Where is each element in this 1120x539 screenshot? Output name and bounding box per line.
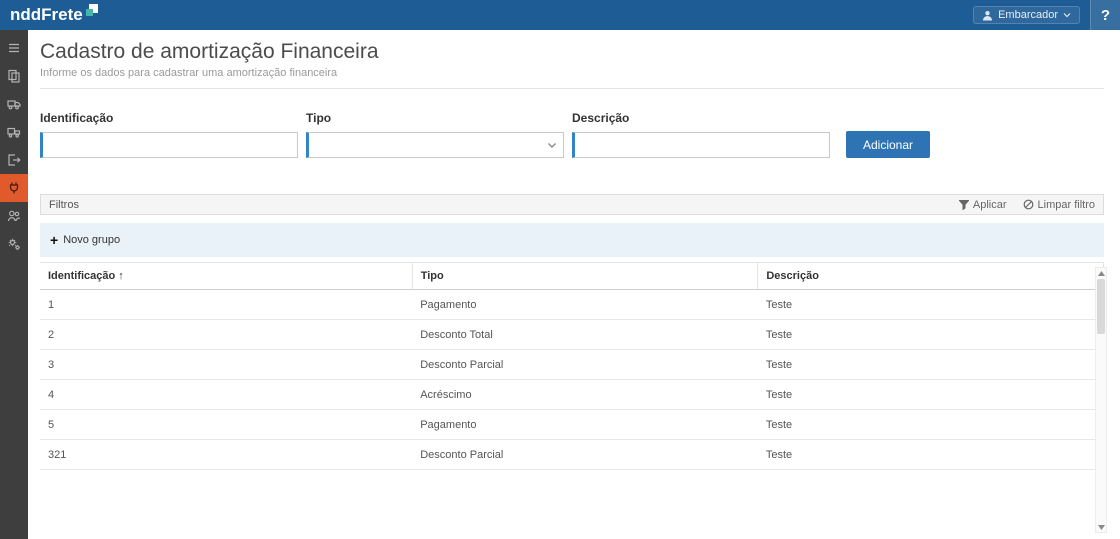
clear-filter-button[interactable]: Limpar filtro: [1023, 199, 1095, 211]
table-row[interactable]: 3 Desconto Parcial Teste: [40, 350, 1104, 380]
cell-tipo: Desconto Total: [412, 320, 758, 350]
new-group-button[interactable]: + Novo grupo: [50, 234, 120, 246]
user-icon: [982, 10, 993, 21]
main-content: Cadastro de amortização Financeira Infor…: [28, 30, 1120, 539]
identificacao-label: Identificação: [40, 111, 298, 125]
descricao-input[interactable]: [572, 132, 830, 158]
truck-box-icon: [7, 125, 21, 139]
sidebar-item-amortizacao[interactable]: [0, 174, 28, 202]
table-row[interactable]: 321 Desconto Parcial Teste: [40, 440, 1104, 470]
cell-descricao: Teste: [758, 350, 1104, 380]
sidebar-item-delivery[interactable]: [0, 118, 28, 146]
plus-icon: +: [50, 235, 58, 246]
copy-icon: [7, 69, 21, 83]
cell-tipo: Pagamento: [412, 290, 758, 320]
gears-icon: [7, 237, 21, 251]
sidebar-item-menu[interactable]: [0, 34, 28, 62]
scroll-up-icon[interactable]: [1096, 268, 1106, 278]
plug-icon: [7, 181, 21, 195]
apply-filter-button[interactable]: Aplicar: [959, 199, 1007, 211]
column-label: Identificação: [48, 270, 115, 282]
help-button[interactable]: ?: [1090, 0, 1120, 30]
table-header-row: Identificação↑ Tipo Descrição: [40, 263, 1104, 290]
page-title: Cadastro de amortização Financeira: [40, 40, 1104, 64]
brand-text: nddFrete: [10, 2, 83, 28]
cell-descricao: Teste: [758, 380, 1104, 410]
table-row[interactable]: 2 Desconto Total Teste: [40, 320, 1104, 350]
chevron-down-icon: [547, 142, 557, 149]
cell-identificacao: 321: [40, 440, 412, 470]
column-header-tipo[interactable]: Tipo: [412, 263, 758, 290]
clear-filter-label: Limpar filtro: [1038, 199, 1095, 211]
cell-tipo: Acréscimo: [412, 380, 758, 410]
logout-icon: [7, 153, 21, 167]
title-divider: [40, 88, 1104, 89]
column-header-descricao[interactable]: Descrição: [758, 263, 1104, 290]
results-table: Identificação↑ Tipo Descrição 1 Pagament…: [40, 262, 1104, 470]
sidebar-item-documents[interactable]: [0, 62, 28, 90]
table-row[interactable]: 5 Pagamento Teste: [40, 410, 1104, 440]
table-scrollbar[interactable]: [1095, 267, 1107, 533]
user-menu[interactable]: Embarcador: [973, 6, 1080, 24]
sidebar-item-logout[interactable]: [0, 146, 28, 174]
cell-tipo: Desconto Parcial: [412, 350, 758, 380]
cell-descricao: Teste: [758, 440, 1104, 470]
column-label: Tipo: [421, 270, 444, 282]
filters-bar: Filtros Aplicar Limpar filtro: [40, 194, 1104, 215]
cell-identificacao: 4: [40, 380, 412, 410]
cell-tipo: Desconto Parcial: [412, 440, 758, 470]
users-icon: [7, 209, 21, 223]
cell-identificacao: 2: [40, 320, 412, 350]
cell-identificacao: 5: [40, 410, 412, 440]
tipo-select[interactable]: [306, 132, 564, 158]
cell-tipo: Pagamento: [412, 410, 758, 440]
tipo-label: Tipo: [306, 111, 564, 125]
menu-icon: [7, 41, 21, 55]
sort-asc-icon: ↑: [118, 270, 124, 282]
filter-group-band: + Novo grupo: [40, 223, 1104, 257]
sidebar-item-freight[interactable]: [0, 90, 28, 118]
clear-filter-icon: [1023, 199, 1034, 210]
column-header-identificacao[interactable]: Identificação↑: [40, 263, 412, 290]
filter-icon: [959, 200, 969, 210]
table-row[interactable]: 1 Pagamento Teste: [40, 290, 1104, 320]
new-group-label: Novo grupo: [63, 234, 120, 246]
scroll-down-icon[interactable]: [1096, 522, 1106, 532]
truck-icon: [7, 97, 21, 111]
cell-descricao: Teste: [758, 290, 1104, 320]
topbar: nddFrete Embarcador ?: [0, 0, 1120, 30]
table-body: 1 Pagamento Teste 2 Desconto Total Teste…: [40, 290, 1104, 470]
page-subtitle: Informe os dados para cadastrar uma amor…: [40, 67, 1104, 79]
cell-identificacao: 3: [40, 350, 412, 380]
cell-descricao: Teste: [758, 320, 1104, 350]
chevron-down-icon: [1063, 12, 1071, 18]
cell-descricao: Teste: [758, 410, 1104, 440]
add-form: Identificação Tipo Descrição Adicionar: [40, 111, 1104, 158]
adicionar-button[interactable]: Adicionar: [846, 131, 930, 158]
descricao-label: Descrição: [572, 111, 830, 125]
sidebar-item-settings[interactable]: [0, 230, 28, 258]
brand-logo: nddFrete: [10, 2, 98, 28]
table-row[interactable]: 4 Acréscimo Teste: [40, 380, 1104, 410]
column-label: Descrição: [766, 270, 819, 282]
scrollbar-thumb[interactable]: [1097, 279, 1105, 334]
user-menu-label: Embarcador: [998, 9, 1058, 21]
filters-title: Filtros: [49, 199, 79, 211]
apply-filter-label: Aplicar: [973, 199, 1007, 211]
brand-icon: [86, 4, 98, 16]
sidebar-item-users[interactable]: [0, 202, 28, 230]
identificacao-input[interactable]: [40, 132, 298, 158]
sidebar: [0, 30, 28, 539]
cell-identificacao: 1: [40, 290, 412, 320]
